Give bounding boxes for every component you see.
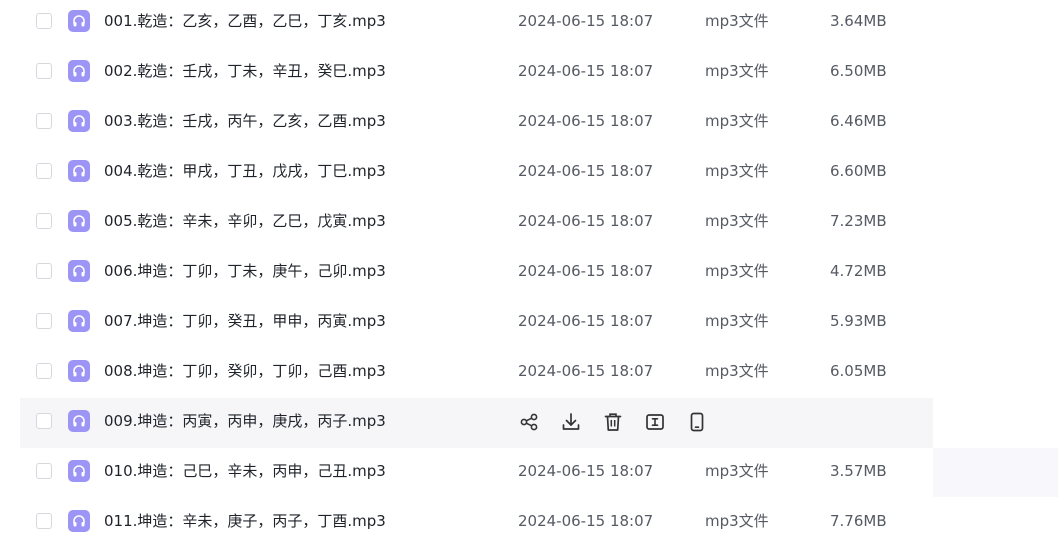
audio-headphones-icon [68,510,90,532]
share-icon[interactable] [518,411,540,433]
modified-date: 2024-06-15 18:07 [518,512,654,530]
audio-headphones-icon [68,410,90,432]
trash-icon[interactable] [602,411,624,433]
file-type: mp3文件 [705,162,769,180]
audio-headphones-icon [68,460,90,482]
file-row[interactable]: 010.坤造：己巳，辛未，丙申，己丑.mp3 2024-06-15 18:07 … [20,448,933,498]
row-checkbox[interactable] [36,63,52,79]
row-checkbox[interactable] [36,13,52,29]
file-row[interactable]: 007.坤造：丁卯，癸丑，甲申，丙寅.mp3 2024-06-15 18:07 … [20,298,933,348]
file-type: mp3文件 [705,462,769,480]
modified-date: 2024-06-15 18:07 [518,362,654,380]
file-name[interactable]: 003.乾造：壬戌，丙午，乙亥，乙酉.mp3 [104,112,386,130]
file-name[interactable]: 008.坤造：丁卯，癸卯，丁卯，己酉.mp3 [104,362,386,380]
file-name[interactable]: 007.坤造：丁卯，癸丑，甲申，丙寅.mp3 [104,312,386,330]
file-list: 001.乾造：乙亥，乙酉，乙巳，丁亥.mp3 2024-06-15 18:07 … [0,0,1058,544]
download-icon[interactable] [560,411,582,433]
file-type: mp3文件 [705,212,769,230]
file-size: 6.50MB [830,62,887,80]
file-name[interactable]: 011.坤造：辛未，庚子，丙子，丁酉.mp3 [104,512,386,530]
row-checkbox[interactable] [36,413,52,429]
file-row[interactable]: 011.坤造：辛未，庚子，丙子，丁酉.mp3 2024-06-15 18:07 … [20,498,933,544]
file-type: mp3文件 [705,12,769,30]
file-size: 6.46MB [830,112,887,130]
file-row-hovered[interactable]: 009.坤造：丙寅，丙申，庚戌，丙子.mp3 [20,398,933,448]
file-size: 5.93MB [830,312,887,330]
audio-headphones-icon [68,310,90,332]
modified-date: 2024-06-15 18:07 [518,62,654,80]
modified-date: 2024-06-15 18:07 [518,212,654,230]
row-checkbox[interactable] [36,313,52,329]
audio-headphones-icon [68,160,90,182]
row-checkbox[interactable] [36,213,52,229]
audio-headphones-icon [68,210,90,232]
modified-date: 2024-06-15 18:07 [518,462,654,480]
file-size: 7.76MB [830,512,887,530]
modified-date: 2024-06-15 18:07 [518,262,654,280]
file-name[interactable]: 004.乾造：甲戌，丁丑，戊戌，丁巳.mp3 [104,162,386,180]
file-name[interactable]: 009.坤造：丙寅，丙申，庚戌，丙子.mp3 [104,412,386,430]
file-name[interactable]: 001.乾造：乙亥，乙酉，乙巳，丁亥.mp3 [104,12,386,30]
file-row[interactable]: 008.坤造：丁卯，癸卯，丁卯，己酉.mp3 2024-06-15 18:07 … [20,348,933,398]
file-name[interactable]: 005.乾造：辛未，辛卯，乙巳，戊寅.mp3 [104,212,386,230]
modified-date: 2024-06-15 18:07 [518,112,654,130]
file-type: mp3文件 [705,62,769,80]
file-size: 7.23MB [830,212,887,230]
row-checkbox[interactable] [36,163,52,179]
file-type: mp3文件 [705,512,769,530]
phone-icon[interactable] [686,411,708,433]
audio-headphones-icon [68,10,90,32]
file-name[interactable]: 010.坤造：己巳，辛未，丙申，己丑.mp3 [104,462,386,480]
row-checkbox[interactable] [36,263,52,279]
file-size: 3.57MB [830,462,887,480]
file-size: 3.64MB [830,12,887,30]
file-name[interactable]: 002.乾造：壬戌，丁未，辛丑，癸巳.mp3 [104,62,386,80]
file-row[interactable]: 004.乾造：甲戌，丁丑，戊戌，丁巳.mp3 2024-06-15 18:07 … [20,148,933,198]
file-size: 4.72MB [830,262,887,280]
modified-date: 2024-06-15 18:07 [518,12,654,30]
file-type: mp3文件 [705,362,769,380]
file-size: 6.05MB [830,362,887,380]
file-row[interactable]: 005.乾造：辛未，辛卯，乙巳，戊寅.mp3 2024-06-15 18:07 … [20,198,933,248]
row-checkbox[interactable] [36,363,52,379]
rename-icon[interactable] [644,411,666,433]
row-checkbox[interactable] [36,463,52,479]
modified-date: 2024-06-15 18:07 [518,312,654,330]
file-type: mp3文件 [705,262,769,280]
file-type: mp3文件 [705,312,769,330]
modified-date: 2024-06-15 18:07 [518,162,654,180]
audio-headphones-icon [68,110,90,132]
file-type: mp3文件 [705,112,769,130]
file-size: 6.60MB [830,162,887,180]
audio-headphones-icon [68,60,90,82]
row-checkbox[interactable] [36,113,52,129]
file-row[interactable]: 006.坤造：丁卯，丁未，庚午，己卯.mp3 2024-06-15 18:07 … [20,248,933,298]
audio-headphones-icon [68,360,90,382]
file-row[interactable]: 003.乾造：壬戌，丙午，乙亥，乙酉.mp3 2024-06-15 18:07 … [20,98,933,148]
row-checkbox[interactable] [36,513,52,529]
side-panel-strip [933,448,1058,497]
file-row[interactable]: 001.乾造：乙亥，乙酉，乙巳，丁亥.mp3 2024-06-15 18:07 … [20,0,933,48]
file-name[interactable]: 006.坤造：丁卯，丁未，庚午，己卯.mp3 [104,262,386,280]
file-row[interactable]: 002.乾造：壬戌，丁未，辛丑，癸巳.mp3 2024-06-15 18:07 … [20,48,933,98]
audio-headphones-icon [68,260,90,282]
